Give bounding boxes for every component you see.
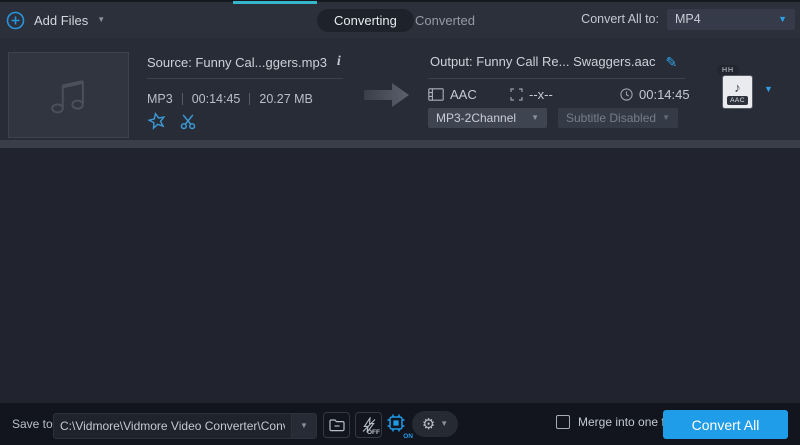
add-files-label: Add Files: [34, 12, 89, 28]
film-icon: [428, 88, 444, 101]
file-row[interactable]: Source: Funny Cal...ggers.mp3 i MP3 00:1…: [0, 38, 800, 140]
convert-all-to-select[interactable]: MP4 ▼: [667, 8, 795, 30]
source-format: MP3: [147, 92, 173, 106]
caret-down-icon: ▼: [300, 421, 308, 430]
high-speed-toggle[interactable]: OFF: [355, 412, 382, 438]
gpu-state-label: ON: [403, 433, 413, 440]
caret-down-icon: ▼: [440, 419, 449, 428]
gear-icon: ⚙: [421, 415, 436, 433]
save-path-control: ▼: [53, 413, 317, 439]
subtitle-value: Subtitle Disabled: [566, 111, 657, 125]
format-label: AAC: [727, 96, 748, 105]
format-quality-badge: HH: [717, 65, 739, 76]
convert-all-button[interactable]: Convert All: [663, 410, 788, 439]
subtitle-select[interactable]: Subtitle Disabled ▼: [558, 108, 678, 128]
caret-down-icon: ▼: [97, 15, 106, 24]
output-divider: [428, 78, 685, 79]
gpu-chip-icon: [387, 414, 405, 432]
top-accent-line: [233, 1, 317, 4]
music-note-icon: [50, 80, 84, 114]
save-path-input[interactable]: [54, 414, 291, 438]
folder-icon: [328, 419, 345, 432]
window-top-edge: [0, 0, 800, 2]
effects-star-icon[interactable]: [146, 110, 167, 131]
save-to-label: Save to:: [12, 417, 57, 431]
file-list: Source: Funny Cal...ggers.mp3 i MP3 00:1…: [0, 38, 800, 403]
audio-channel-select[interactable]: MP3-2Channel ▼: [428, 108, 547, 128]
settings-button[interactable]: ⚙ ▼: [412, 411, 458, 437]
edit-pencil-icon[interactable]: ✎: [665, 55, 677, 69]
merge-label: Merge into one file: [578, 415, 677, 429]
plus-circle-icon: [6, 11, 25, 29]
tab-converted[interactable]: Converted: [398, 9, 492, 32]
source-divider: [147, 78, 343, 79]
bottombar: Save to: ▼ OFF: [0, 403, 800, 445]
source-filename: Source: Funny Cal...ggers.mp3: [147, 54, 327, 70]
output-filename: Output: Funny Call Re... Swaggers.aac: [430, 54, 656, 69]
caret-down-icon: ▼: [778, 13, 787, 24]
edit-tools: [146, 110, 197, 131]
output-format-button[interactable]: ♪ AAC: [723, 76, 752, 108]
gpu-acceleration-toggle[interactable]: ON: [386, 413, 413, 440]
caret-down-icon: ▼: [531, 113, 539, 122]
note-icon: ♪: [734, 80, 741, 95]
convert-all-to-value: MP4: [675, 12, 701, 26]
file-thumbnail: [8, 52, 129, 138]
source-duration: 00:14:45: [191, 92, 241, 106]
topbar: Add Files ▼ Converting Converted Convert…: [0, 0, 800, 38]
merge-toggle[interactable]: Merge into one file: [556, 415, 677, 429]
source-size: 20.27 MB: [259, 92, 313, 106]
output-duration: 00:14:45: [620, 87, 690, 102]
app-window: Add Files ▼ Converting Converted Convert…: [0, 0, 800, 445]
resolution-icon: [510, 88, 523, 101]
format-caret-down-icon[interactable]: ▼: [764, 85, 773, 94]
source-meta: MP3 00:14:45 20.27 MB: [147, 92, 313, 106]
convert-all-to: Convert All to: MP4 ▼: [581, 0, 795, 38]
convert-all-to-label: Convert All to:: [581, 12, 659, 26]
output-label-row: Output: Funny Call Re... Swaggers.aac ✎: [430, 54, 677, 69]
save-path-dropdown[interactable]: ▼: [291, 414, 316, 438]
output-resolution: --x--: [510, 87, 553, 102]
output-codec: AAC: [428, 87, 477, 102]
add-files-button[interactable]: Add Files ▼: [6, 7, 105, 33]
arrow-right-icon: [364, 83, 409, 107]
info-icon[interactable]: i: [337, 54, 341, 70]
output-codec-value: AAC: [450, 87, 477, 102]
output-duration-value: 00:14:45: [639, 87, 690, 102]
source-label-row: Source: Funny Cal...ggers.mp3 i: [147, 54, 341, 70]
clock-icon: [620, 88, 633, 101]
row-bottom-strip: [0, 140, 800, 148]
cut-scissors-icon[interactable]: [179, 112, 197, 130]
speed-state-label: OFF: [367, 429, 380, 436]
separator: [249, 93, 251, 105]
merge-checkbox[interactable]: [556, 415, 570, 429]
separator: [181, 93, 183, 105]
output-resolution-value: --x--: [529, 87, 553, 102]
audio-channel-value: MP3-2Channel: [436, 111, 517, 125]
caret-down-icon: ▼: [662, 113, 670, 122]
open-folder-button[interactable]: [323, 412, 350, 438]
